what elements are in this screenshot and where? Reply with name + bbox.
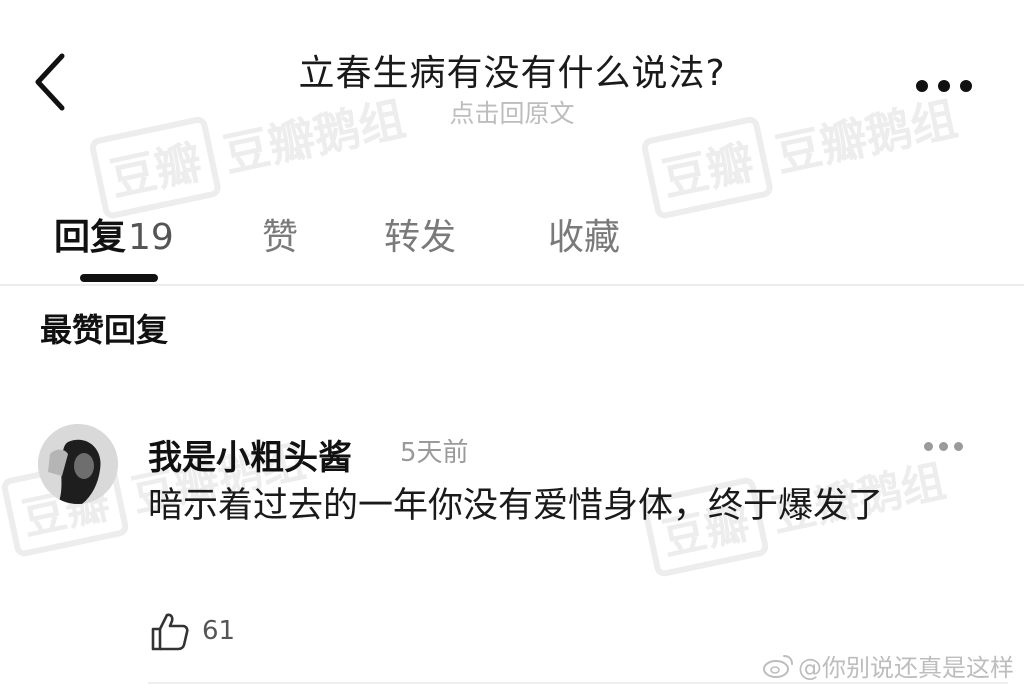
like-button[interactable]: 61 (150, 608, 235, 654)
avatar-image (38, 424, 118, 504)
tab-label: 赞 (262, 217, 299, 258)
tab-label: 转发 (384, 217, 457, 258)
tab-bar: 回复19 赞 转发 收藏 (0, 200, 1024, 286)
tab-favorites[interactable]: 收藏 (548, 208, 620, 260)
header: 立春生病有没有什么说法? 点击回原文 (0, 0, 1024, 150)
reply-more-button[interactable] (924, 440, 964, 454)
timestamp: 5天前 (400, 438, 469, 468)
reply-count: 19 (128, 217, 174, 258)
view-original-link[interactable]: 点击回原文 (0, 94, 1024, 130)
avatar[interactable] (38, 424, 118, 504)
thumbs-up-icon (151, 613, 189, 651)
page-title: 立春生病有没有什么说法? (298, 53, 726, 94)
tab-replies[interactable]: 回复19 (54, 208, 174, 260)
tab-reposts[interactable]: 转发 (384, 208, 456, 260)
username[interactable]: 我是小粗头酱 (148, 430, 352, 479)
weibo-icon (763, 654, 793, 678)
credit-text: @你别说还真是这样 (798, 654, 1014, 682)
section-title: 最赞回复 (40, 311, 169, 349)
reply-text: 暗示着过去的一年你没有爱惜身体，终于爆发了 (148, 486, 884, 526)
active-tab-indicator (80, 274, 158, 282)
tab-likes[interactable]: 赞 (262, 208, 298, 260)
more-button[interactable] (916, 76, 976, 98)
source-credit: @你别说还真是这样 (762, 648, 1014, 683)
tab-label: 收藏 (548, 217, 621, 258)
tab-label: 回复 (54, 217, 127, 258)
like-count: 61 (202, 616, 236, 646)
